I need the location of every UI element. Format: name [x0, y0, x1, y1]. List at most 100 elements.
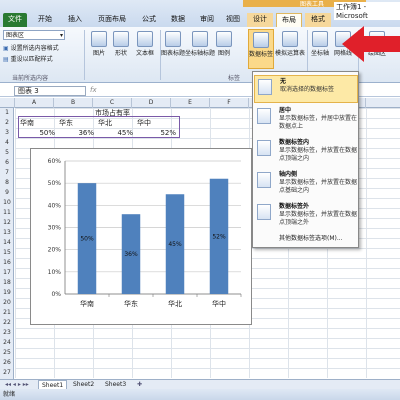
row-header[interactable]: 26: [0, 358, 14, 368]
column-header[interactable]: E: [171, 98, 210, 108]
tab-review[interactable]: 审阅: [194, 13, 220, 27]
y-tick-label: 20%: [48, 247, 62, 254]
tab-formulas[interactable]: 公式: [136, 13, 162, 27]
column-header[interactable]: C: [93, 98, 132, 108]
outside-end-label-icon: [257, 204, 271, 220]
no-label-icon: [258, 79, 272, 95]
axes-label: 坐标轴: [310, 50, 329, 57]
row-header[interactable]: 15: [0, 248, 14, 258]
menu-item-none[interactable]: 无 取消选择的数据标签: [254, 75, 358, 103]
data-label: 36%: [124, 251, 138, 258]
center-label-icon: [257, 108, 271, 124]
inside-base-label-icon: [257, 172, 271, 188]
data-table-button[interactable]: 模拟运算表: [275, 31, 305, 57]
chart-area[interactable]: 0% 10% 20% 30% 40% 50% 60% 50% 华南 36% 华东 45% 华北 52% 华中: [30, 148, 252, 325]
menu-item-desc: 显示数据标签，并放置在数据点顶端之内: [279, 147, 358, 162]
data-labels-label: 数据标签: [249, 51, 274, 58]
menu-item-title: 无: [280, 78, 287, 85]
chart-title-button[interactable]: 图表标题: [161, 31, 185, 57]
data-labels-icon: [253, 32, 269, 48]
group-separator: [84, 30, 85, 80]
row-header[interactable]: 4: [0, 138, 14, 148]
legend-icon: [216, 31, 232, 47]
axis-title-button[interactable]: 坐标轴标题: [185, 31, 215, 57]
row-header[interactable]: 22: [0, 318, 14, 328]
row-header[interactable]: 6: [0, 158, 14, 168]
textbox-button[interactable]: 文本框: [132, 31, 158, 57]
picture-label: 图片: [92, 50, 105, 57]
y-tick-label: 50%: [48, 180, 62, 187]
row-header[interactable]: 21: [0, 308, 14, 318]
row-header[interactable]: 10: [0, 198, 14, 208]
row-header[interactable]: 9: [0, 188, 14, 198]
menu-item-more-options[interactable]: 其他数据标签选项(M)...: [254, 233, 358, 245]
menu-item-outside-end[interactable]: 数据标签外 显示数据标签，并放置在数据点顶端之外: [254, 201, 358, 229]
row-header[interactable]: 14: [0, 238, 14, 248]
group-label-labels: 标签: [228, 75, 241, 82]
row-header[interactable]: 18: [0, 278, 14, 288]
picture-icon: [91, 31, 107, 47]
row-header[interactable]: 23: [0, 328, 14, 338]
chevron-down-icon: ▾: [59, 32, 63, 39]
menu-item-inside-end[interactable]: 数据标签内 显示数据标签，并放置在数据点顶端之内: [254, 137, 358, 165]
chart-title-label: 图表标题: [161, 50, 186, 57]
column-header[interactable]: B: [54, 98, 93, 108]
tab-format[interactable]: 格式: [305, 13, 331, 27]
reset-style-button[interactable]: ▤ 重设以匹配样式: [3, 54, 53, 63]
tab-insert[interactable]: 插入: [62, 13, 88, 27]
name-box[interactable]: 图表 3: [14, 86, 86, 96]
menu-item-desc: 显示数据标签，并居中放置在数据点上: [279, 115, 358, 130]
row-header[interactable]: 3: [0, 128, 14, 138]
shapes-button[interactable]: 形状: [110, 31, 132, 57]
column-header[interactable]: F: [210, 98, 249, 108]
menu-item-title: 数据标签外: [279, 203, 310, 210]
row-header[interactable]: 20: [0, 298, 14, 308]
tab-layout[interactable]: 布局: [276, 13, 302, 27]
menu-item-title: 居中: [279, 107, 292, 114]
picture-button[interactable]: 图片: [88, 31, 110, 57]
chart-element-selector-value: 图表区: [6, 32, 25, 39]
tab-data[interactable]: 数据: [165, 13, 191, 27]
chart-element-selector[interactable]: 图表区 ▾: [3, 30, 65, 40]
x-tick-label: 华南: [80, 299, 94, 308]
status-bar: 就绪: [0, 389, 400, 400]
axes-icon: [312, 31, 328, 47]
row-header[interactable]: 12: [0, 218, 14, 228]
ribbon-tab-bar: 图表工具 工作簿1 - Microsoft 文件 开始 插入 页面布局 公式 数…: [0, 0, 400, 28]
axis-title-icon: [192, 31, 208, 47]
menu-item-inside-base[interactable]: 轴内侧 显示数据标签，并放置在数据点基础之内: [254, 169, 358, 197]
tab-file[interactable]: 文件: [3, 13, 27, 27]
column-header[interactable]: D: [132, 98, 171, 108]
shapes-icon: [113, 31, 129, 47]
row-header[interactable]: 25: [0, 348, 14, 358]
row-header[interactable]: 17: [0, 268, 14, 278]
row-header[interactable]: 16: [0, 258, 14, 268]
row-header[interactable]: 27: [0, 368, 14, 378]
inside-end-label-icon: [257, 140, 271, 156]
format-selection-button[interactable]: ▣ 设置所选内容格式: [3, 43, 59, 52]
tab-home[interactable]: 开始: [32, 13, 58, 27]
format-selection-label: 设置所选内容格式: [10, 45, 59, 52]
function-icon[interactable]: fx: [90, 86, 97, 94]
row-header[interactable]: 19: [0, 288, 14, 298]
column-header[interactable]: A: [15, 98, 54, 108]
menu-item-center[interactable]: 居中 显示数据标签，并居中放置在数据点上: [254, 105, 358, 133]
legend-button[interactable]: 图例: [215, 31, 233, 57]
reset-style-label: 重设以匹配样式: [10, 56, 53, 63]
tab-page-layout[interactable]: 页面布局: [92, 13, 132, 27]
tab-view[interactable]: 视图: [222, 13, 244, 27]
row-header[interactable]: 2: [0, 118, 14, 128]
row-header[interactable]: 7: [0, 168, 14, 178]
row-header[interactable]: 11: [0, 208, 14, 218]
data-label: 45%: [168, 241, 182, 248]
row-header[interactable]: 8: [0, 178, 14, 188]
row-header[interactable]: 5: [0, 148, 14, 158]
menu-item-desc: 取消选择的数据标签: [280, 86, 335, 93]
row-header[interactable]: 24: [0, 338, 14, 348]
data-labels-button[interactable]: 数据标签: [248, 29, 274, 69]
row-header[interactable]: 13: [0, 228, 14, 238]
select-all-corner[interactable]: [0, 98, 15, 108]
tab-design[interactable]: 设计: [247, 13, 273, 27]
row-header[interactable]: 1: [0, 108, 14, 118]
axes-button[interactable]: 坐标轴: [309, 31, 331, 57]
